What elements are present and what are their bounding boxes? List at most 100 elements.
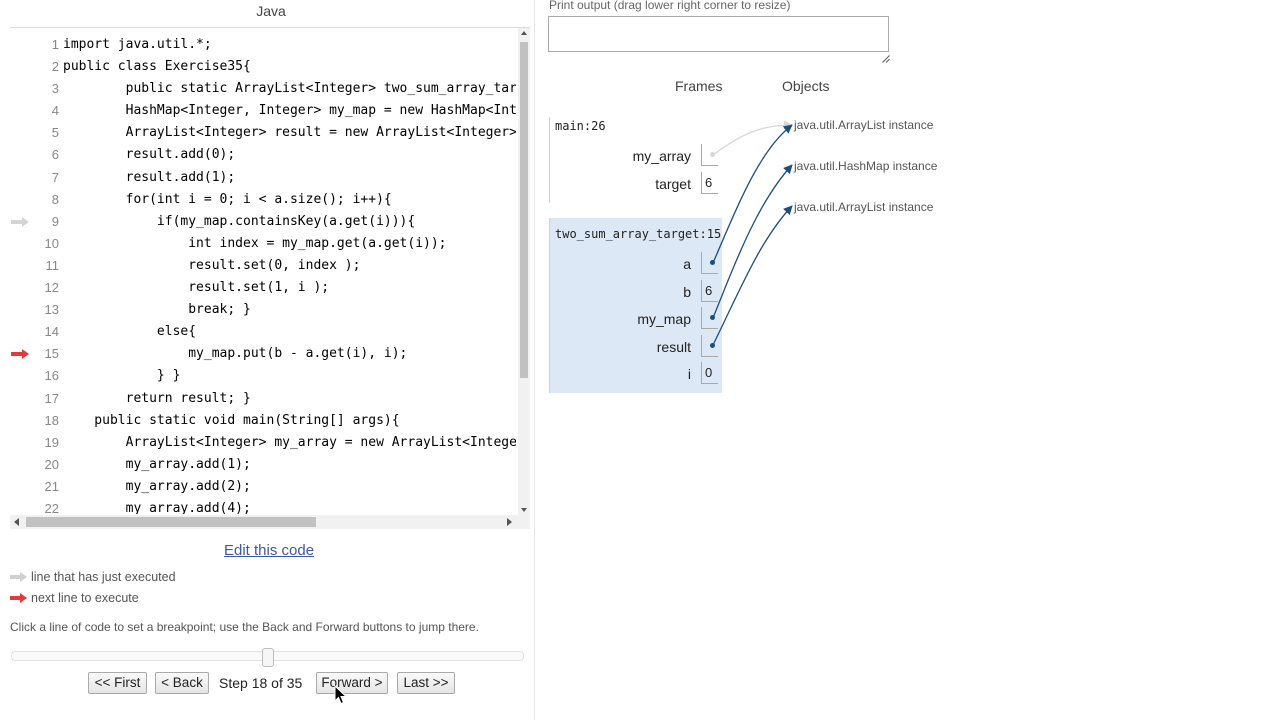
line-number: 2	[51, 59, 59, 75]
horizontal-scrollbar[interactable]	[10, 515, 530, 529]
line-code: import java.util.*;	[63, 37, 212, 52]
code-line[interactable]: 8 for(int i = 0; i < a.size(); i++){	[10, 189, 516, 211]
code-line[interactable]: 7 result.add(1);	[10, 167, 516, 189]
code-line[interactable]: 15 my_map.put(b - a.get(i), i);	[10, 343, 516, 365]
line-number: 22	[44, 500, 59, 514]
line-number: 19	[44, 434, 59, 450]
var-value-b: 6	[701, 280, 718, 302]
code-line[interactable]: 1 import java.util.*;	[10, 34, 516, 56]
code-line[interactable]: 19 ArrayList<Integer> my_array = new Arr…	[10, 432, 516, 454]
code-line[interactable]: 2 public class Exercise35{	[10, 56, 516, 78]
light-arrow-icon	[10, 569, 28, 585]
frame-title-main: main:26	[555, 119, 606, 133]
var-name-my-map: my_map	[637, 311, 691, 327]
line-number: 15	[44, 346, 59, 362]
red-arrow-icon	[10, 343, 30, 365]
code-line[interactable]: 9 if(my_map.containsKey(a.get(i))){	[10, 211, 516, 233]
mouse-cursor-icon	[334, 685, 348, 705]
line-number: 10	[44, 235, 59, 251]
line-number: 7	[51, 169, 59, 185]
pointer-dot-my-map	[710, 315, 715, 320]
pane-divider	[534, 0, 535, 720]
frame-title-two-sum: two_sum_array_target:15	[555, 227, 722, 241]
line-number: 12	[44, 280, 59, 296]
code-line[interactable]: 5 ArrayList<Integer> result = new ArrayL…	[10, 122, 516, 144]
pointer-dot-result	[710, 343, 715, 348]
line-code: for(int i = 0; i < a.size(); i++){	[63, 191, 392, 207]
language-label: Java	[256, 3, 286, 19]
step-counter: Step 18 of 35	[219, 675, 303, 691]
vertical-scrollbar[interactable]	[518, 28, 530, 515]
frames-header: Frames	[675, 78, 723, 94]
vertical-scroll-thumb[interactable]	[520, 42, 528, 378]
code-line[interactable]: 3 public static ArrayList<Integer> two_s…	[10, 78, 516, 100]
breakpoint-hint: Click a line of code to set a breakpoint…	[10, 620, 479, 634]
last-button[interactable]: Last >>	[397, 672, 455, 694]
main-frame-border	[549, 117, 550, 203]
line-code: result.set(1, i );	[63, 280, 330, 296]
code-line[interactable]: 18 public static void main(String[] args…	[10, 410, 516, 432]
line-number: 8	[51, 191, 59, 207]
line-number: 16	[44, 368, 59, 384]
code-line[interactable]: 21 my_array.add(2);	[10, 476, 516, 498]
code-line[interactable]: 6 result.add(0);	[10, 144, 516, 166]
line-number: 20	[44, 456, 59, 472]
pointer-dot-a	[710, 260, 715, 265]
line-code: public static void main(String[] args){	[63, 412, 400, 428]
legend-just-executed-label: line that has just executed	[31, 570, 176, 584]
back-button[interactable]: < Back	[155, 672, 209, 694]
line-code: return result; }	[63, 390, 251, 406]
code-line[interactable]: 12 result.set(1, i );	[10, 277, 516, 299]
horizontal-scroll-thumb[interactable]	[26, 517, 316, 527]
code-line[interactable]: 20 my_array.add(1);	[10, 454, 516, 476]
line-number: 13	[44, 302, 59, 318]
code-line[interactable]: 13 break; }	[10, 299, 516, 321]
step-slider-handle[interactable]	[261, 648, 274, 667]
line-code: break; }	[63, 302, 251, 318]
line-code: public class Exercise35{	[63, 59, 251, 75]
line-number: 1	[51, 37, 59, 52]
pointer-a	[712, 124, 793, 264]
line-code: public static ArrayList<Integer> two_sum…	[63, 81, 516, 97]
line-number: 14	[44, 324, 59, 340]
first-button[interactable]: << First	[88, 672, 147, 694]
line-code: if(my_map.containsKey(a.get(i))){	[63, 213, 416, 229]
resize-grip-icon[interactable]	[882, 55, 890, 63]
line-code: } }	[63, 368, 181, 384]
red-arrow-icon	[10, 590, 28, 606]
code-line[interactable]: 11 result.set(0, index );	[10, 255, 516, 277]
code-line[interactable]: 10 int index = my_map.get(a.get(i));	[10, 233, 516, 255]
light-arrow-icon	[10, 211, 30, 233]
pointer-my-array	[712, 120, 793, 156]
print-output-box[interactable]	[548, 16, 889, 52]
object-hashmap: java.util.HashMap instance	[794, 159, 938, 173]
code-panel: Java 1 import java.util.*; 2 public class E…	[0, 0, 534, 720]
var-name-b: b	[683, 284, 691, 300]
scroll-up-icon[interactable]	[521, 31, 527, 35]
var-name-target: target	[655, 176, 691, 192]
code-line[interactable]: 17 return result; }	[10, 388, 516, 410]
line-code: my_array.add(4);	[63, 500, 251, 514]
line-code: ArrayList<Integer> my_array = new ArrayL…	[63, 434, 516, 450]
var-value-target: 6	[701, 172, 718, 194]
scroll-left-icon[interactable]	[14, 518, 19, 526]
line-number: 17	[44, 390, 59, 406]
line-number: 5	[51, 125, 59, 141]
scroll-right-icon[interactable]	[507, 518, 512, 526]
code-line[interactable]: 4 HashMap<Integer, Integer> my_map = new…	[10, 100, 516, 122]
var-name-a: a	[683, 256, 691, 272]
code-line[interactable]: 14 else{	[10, 321, 516, 343]
edit-code-link[interactable]: Edit this code	[224, 542, 314, 559]
line-code: HashMap<Integer, Integer> my_map = new H…	[63, 103, 516, 119]
code-line[interactable]: 22 my_array.add(4);	[10, 498, 516, 514]
line-number: 9	[51, 213, 59, 229]
forward-button[interactable]: Forward >	[316, 672, 388, 694]
line-number: 3	[51, 81, 59, 97]
object-arraylist-1: java.util.ArrayList instance	[794, 118, 934, 132]
code-line[interactable]: 16 } }	[10, 365, 516, 387]
code-editor[interactable]: 1 import java.util.*; 2 public class Exerci…	[10, 27, 530, 531]
scroll-down-icon[interactable]	[521, 508, 527, 512]
line-code: ArrayList<Integer> result = new ArrayLis…	[63, 125, 516, 141]
print-output-label: Print output (drag lower right corner to…	[549, 0, 791, 12]
code-lines: 1 import java.util.*; 2 public class Exerci…	[10, 34, 516, 514]
